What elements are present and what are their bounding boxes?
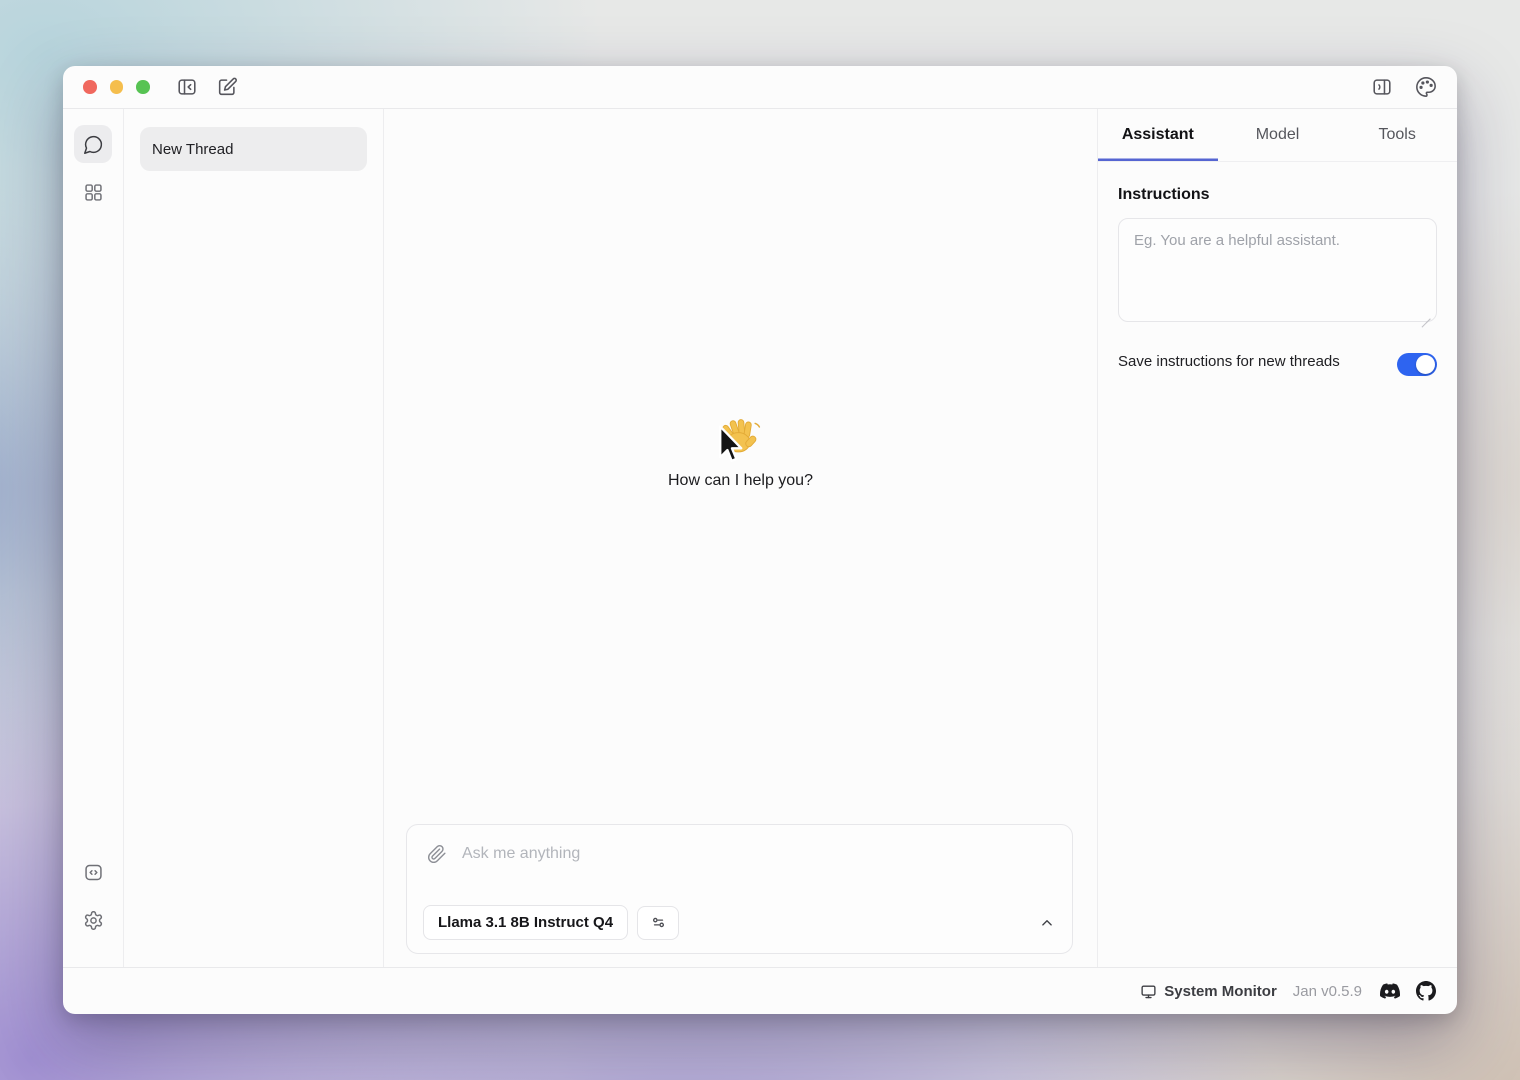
status-bar: System Monitor Jan v0.5.9 [63, 967, 1457, 1014]
zoom-window-button[interactable] [136, 80, 150, 94]
system-monitor-button[interactable]: System Monitor [1140, 983, 1277, 1000]
right-panel: Assistant Model Tools Instructions Save … [1097, 109, 1457, 967]
chat-bubble-icon [83, 134, 104, 155]
tab-model[interactable]: Model [1218, 109, 1338, 161]
titlebar-left-icons [176, 76, 238, 98]
system-monitor-label: System Monitor [1164, 983, 1277, 1000]
traffic-lights [83, 80, 150, 94]
monitor-icon [1140, 983, 1157, 1000]
chevron-up-icon[interactable] [1038, 914, 1056, 932]
sidebar-item-settings[interactable] [74, 901, 112, 939]
close-window-button[interactable] [83, 80, 97, 94]
tab-assistant[interactable]: Assistant [1098, 109, 1218, 161]
thread-list-item[interactable]: New Thread [140, 127, 367, 171]
github-icon[interactable] [1416, 981, 1436, 1001]
resize-grip-icon[interactable] [1420, 309, 1431, 320]
new-thread-compose-icon[interactable] [216, 76, 238, 98]
instructions-heading: Instructions [1118, 186, 1437, 204]
tab-tools[interactable]: Tools [1337, 109, 1457, 161]
thread-list: New Thread [124, 109, 384, 967]
minimize-window-button[interactable] [110, 80, 124, 94]
sidebar-item-local-api-server[interactable] [74, 853, 112, 891]
collapse-left-panel-icon[interactable] [176, 76, 198, 98]
thread-title: New Thread [152, 141, 233, 158]
jan-app-window: New Thread [63, 66, 1457, 1014]
window-body: New Thread [63, 109, 1457, 967]
empty-state-greeting: How can I help you? [384, 415, 1097, 490]
chat-area: How can I help you? Llama 3.1 8B Instruc… [384, 109, 1097, 967]
sidebar-item-hub[interactable] [74, 173, 112, 211]
instructions-field-wrap [1118, 218, 1437, 327]
message-composer: Llama 3.1 8B Instruct Q4 [406, 824, 1073, 954]
save-instructions-toggle[interactable] [1397, 353, 1437, 376]
paperclip-icon[interactable] [427, 844, 447, 864]
theme-palette-icon[interactable] [1415, 76, 1437, 98]
app-version: Jan v0.5.9 [1293, 983, 1362, 1000]
instructions-textarea[interactable] [1118, 218, 1437, 322]
sliders-icon [649, 913, 668, 932]
waving-hand-emoji [720, 415, 762, 457]
sidebar-item-threads[interactable] [74, 125, 112, 163]
discord-icon[interactable] [1380, 981, 1400, 1001]
save-instructions-row: Save instructions for new threads [1118, 349, 1437, 376]
apps-grid-icon [83, 182, 104, 203]
panel-tabs: Assistant Model Tools [1098, 109, 1457, 162]
save-instructions-label: Save instructions for new threads [1118, 349, 1340, 375]
settings-gear-icon [83, 910, 104, 931]
desktop-background: New Thread [0, 0, 1520, 1080]
model-selector-button[interactable]: Llama 3.1 8B Instruct Q4 [423, 905, 628, 940]
titlebar-right-icons [1371, 76, 1437, 98]
toggle-right-panel-icon[interactable] [1371, 76, 1393, 98]
titlebar [63, 66, 1457, 109]
model-settings-button[interactable] [637, 906, 679, 940]
greeting-text: How can I help you? [384, 472, 1097, 490]
local-api-server-icon [83, 862, 104, 883]
icon-rail [63, 109, 124, 967]
chat-input[interactable] [460, 844, 1052, 864]
toggle-knob [1416, 355, 1435, 374]
